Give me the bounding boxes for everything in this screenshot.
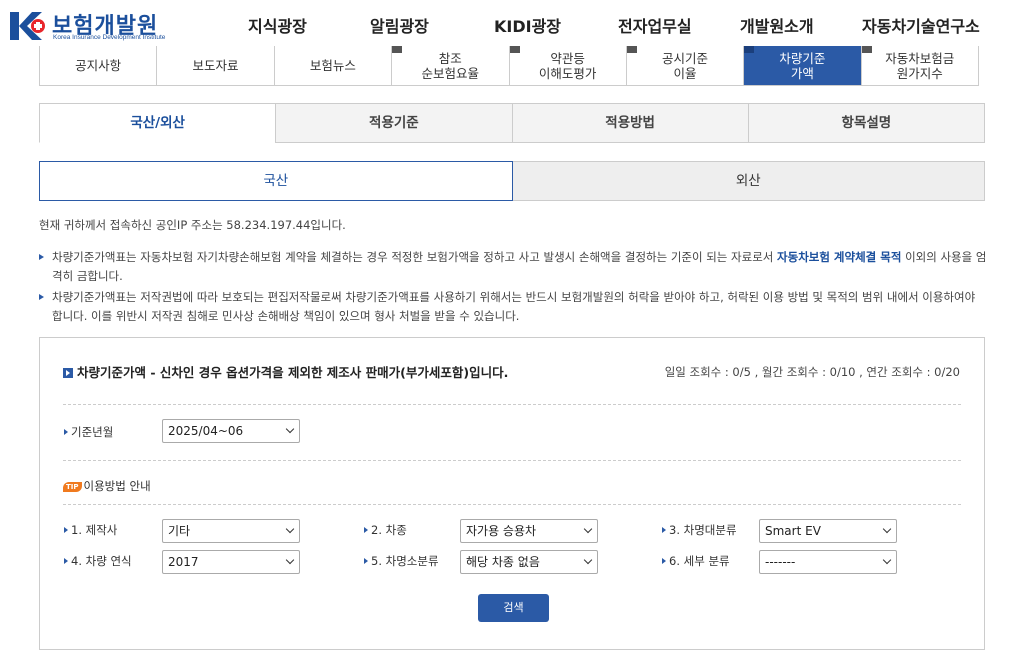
chevron-down-icon	[583, 524, 593, 534]
origin-tabs: 국산 외산	[39, 161, 985, 201]
title-marker-icon	[63, 368, 73, 378]
model-year-label: 4. 차량 연식	[64, 553, 132, 569]
vehicle-search-panel: 차량기준가액 - 신차인 경우 옵션가격을 제외한 제조사 판매가(부가세포함)…	[39, 337, 985, 650]
divider	[63, 460, 961, 461]
kidi-logo[interactable]: 보험개발원 Korea Insurance Development Instit…	[10, 8, 170, 44]
submenu-marker-icon	[509, 46, 520, 53]
tab-domestic[interactable]: 국산	[39, 161, 513, 201]
model-minor-label: 5. 차명소분류	[364, 553, 439, 569]
divider	[63, 404, 961, 405]
ip-notice: 현재 귀하께서 접속하신 공인IP 주소는 58.234.197.44입니다.	[39, 218, 346, 232]
subnav-item-cost-index[interactable]: 자동차보험금 원가지수	[861, 46, 978, 85]
subnav-item-reference-rate[interactable]: 참조 순보험요율	[392, 46, 510, 85]
model-minor-select[interactable]: 해당 차종 없음	[460, 550, 598, 574]
manufacturer-label: 1. 제작사	[64, 522, 117, 538]
arrow-icon	[364, 558, 368, 564]
submenu-marker-icon	[861, 46, 872, 53]
query-count: 일일 조회수 : 0/5 , 월간 조회수 : 0/10 , 연간 조회수 : …	[664, 365, 960, 379]
base-month-label: 기준년월	[64, 424, 113, 440]
subnav-item-terms-eval[interactable]: 약관등 이해도평가	[509, 46, 627, 85]
arrow-icon	[64, 527, 68, 533]
content-tabs: 국산/외산 적용기준 적용방법 항목설명	[39, 103, 985, 143]
arrow-icon	[64, 558, 68, 564]
vehicle-type-label: 2. 차종	[364, 522, 407, 538]
subnav-item-disclosure-rate[interactable]: 공시기준 이율	[626, 46, 745, 85]
manufacturer-select[interactable]: 기타	[162, 519, 300, 543]
list-item: 차량기준가액표는 자동차보험 자기차량손해보험 계약을 체결하는 경우 적정한 …	[39, 248, 987, 286]
model-major-label: 3. 차명대분류	[662, 522, 737, 538]
chevron-down-icon	[583, 555, 593, 565]
tab-foreign[interactable]: 외산	[512, 161, 985, 201]
arrow-icon	[64, 429, 68, 435]
tip-badge: TIP	[63, 482, 82, 492]
logo-english-text: Korea Insurance Development Institute	[53, 34, 166, 41]
subnav-item-news[interactable]: 보험뉴스	[274, 46, 393, 85]
subnav-item-notices[interactable]: 공지사항	[40, 46, 158, 85]
arrow-icon	[662, 558, 666, 564]
chevron-down-icon	[882, 524, 892, 534]
vehicle-type-select[interactable]: 자가용 승용차	[460, 519, 598, 543]
list-item: 차량기준가액표는 저작권법에 따라 보호되는 편집저작물로써 차량기준가액표를 …	[39, 288, 987, 326]
chevron-down-icon	[285, 424, 295, 434]
bullet-icon	[39, 294, 44, 300]
model-major-select[interactable]: Smart EV	[759, 519, 897, 543]
tab-underline	[275, 142, 985, 143]
tab-item-description[interactable]: 항목설명	[748, 103, 985, 143]
chevron-down-icon	[285, 524, 295, 534]
base-month-select[interactable]: 2025/04~06	[162, 419, 300, 443]
highlight-text: 자동차보험 계약체결 목적	[777, 250, 902, 264]
subnav-item-press[interactable]: 보도자료	[157, 46, 275, 85]
chevron-down-icon	[285, 555, 295, 565]
detail-class-select[interactable]: -------	[759, 550, 897, 574]
usage-guide-link[interactable]: TIP 이용방법 안내	[63, 478, 151, 494]
model-year-select[interactable]: 2017	[162, 550, 300, 574]
sub-nav: 공지사항 보도자료 보험뉴스 참조 순보험요율 약관등 이해도평가 공시기준 이율 차…	[39, 46, 979, 86]
subnav-item-vehicle-value[interactable]: 차량기준 가액	[744, 46, 862, 85]
kidi-logo-mark-icon	[10, 12, 45, 40]
tab-domestic-foreign[interactable]: 국산/외산	[39, 103, 277, 143]
arrow-icon	[662, 527, 666, 533]
detail-class-label: 6. 세부 분류	[662, 553, 730, 569]
usage-notice-list: 차량기준가액표는 자동차보험 자기차량손해보험 계약을 체결하는 경우 적정한 …	[39, 248, 987, 328]
submenu-marker-icon	[626, 46, 637, 53]
arrow-icon	[364, 527, 368, 533]
submenu-marker-icon	[744, 46, 755, 53]
search-button[interactable]: 검색	[478, 594, 549, 622]
bullet-icon	[39, 254, 44, 260]
chevron-down-icon	[882, 555, 892, 565]
tab-method[interactable]: 적용방법	[512, 103, 749, 143]
panel-title: 차량기준가액 - 신차인 경우 옵션가격을 제외한 제조사 판매가(부가세포함)…	[63, 362, 508, 381]
divider	[63, 504, 961, 505]
tab-criteria[interactable]: 적용기준	[276, 103, 513, 143]
submenu-marker-icon	[392, 46, 403, 53]
